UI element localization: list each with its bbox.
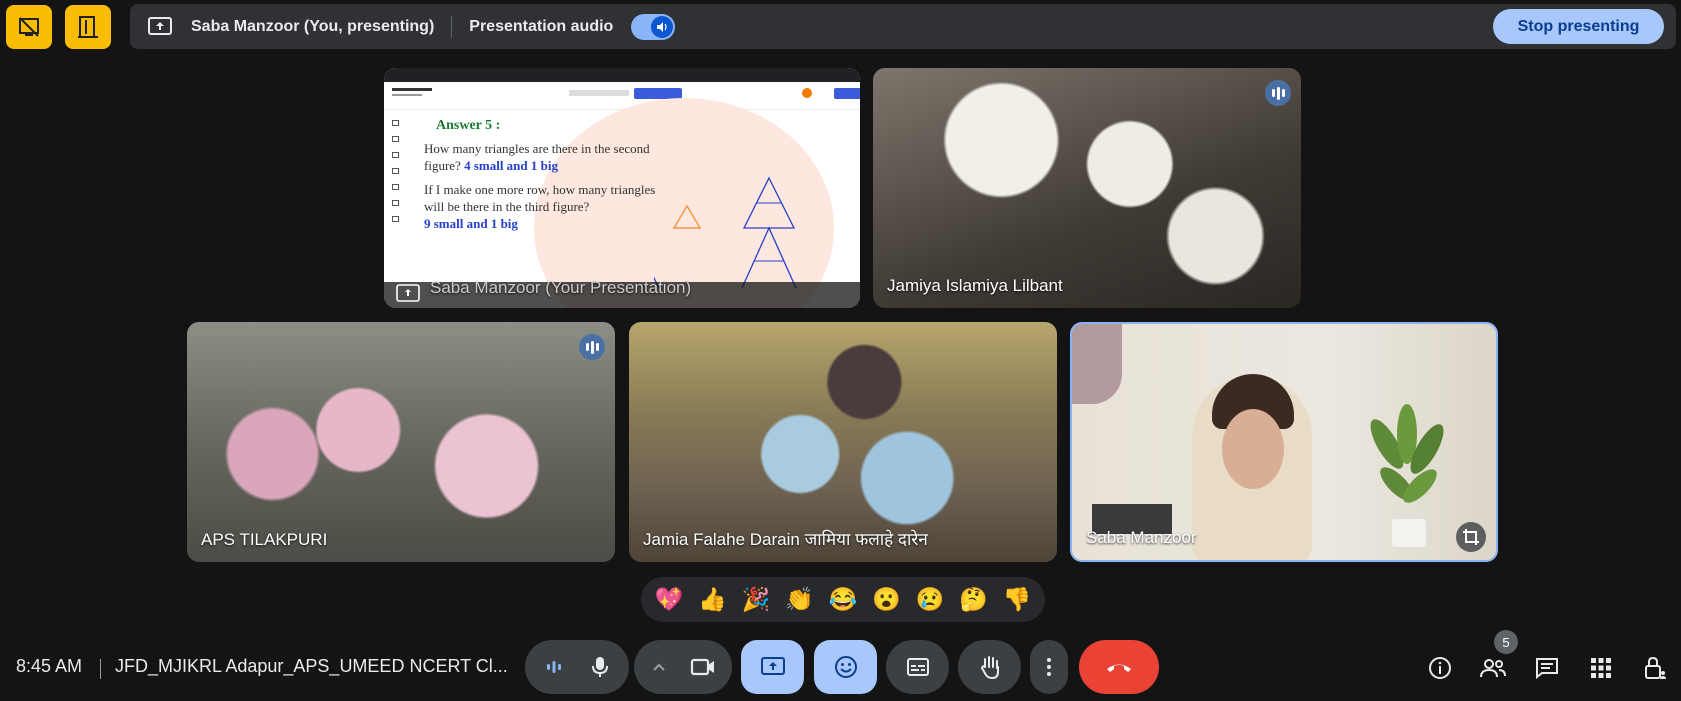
participant-tile-aps[interactable]: APS TILAKPURI bbox=[187, 322, 615, 562]
reaction-thumbs-down[interactable]: 👎 bbox=[997, 586, 1037, 613]
host-controls-button[interactable] bbox=[1638, 650, 1672, 686]
background-decor bbox=[1072, 324, 1122, 404]
reaction-party[interactable]: 🎉 bbox=[736, 586, 776, 613]
reaction-clap[interactable]: 👏 bbox=[779, 586, 819, 613]
more-vertical-icon bbox=[1047, 658, 1051, 676]
slide-toolbar bbox=[384, 82, 860, 110]
emoji-icon bbox=[834, 656, 857, 678]
slide-question-1: How many triangles are there in the seco… bbox=[424, 141, 650, 173]
slide-question-2: If I make one more row, how many triangl… bbox=[424, 182, 656, 231]
reactions-bar: 💖 👍 🎉 👏 😂 😮 😢 🤔 👎 bbox=[641, 577, 1045, 622]
speaking-indicator-icon bbox=[1265, 80, 1291, 106]
participant-tile-self[interactable]: Saba Manzoor bbox=[1070, 322, 1498, 562]
divider bbox=[100, 659, 101, 679]
presenting-bar: Saba Manzoor (You, presenting) Presentat… bbox=[130, 4, 1676, 49]
reaction-surprised[interactable]: 😮 bbox=[867, 586, 907, 613]
present-screen-icon bbox=[760, 657, 785, 675]
participant-tile-jamiya[interactable]: Jamiya Islamiya Lilbant bbox=[873, 68, 1301, 308]
meeting-details-button[interactable] bbox=[1422, 650, 1458, 686]
microphone-button[interactable] bbox=[577, 644, 623, 690]
more-options-button[interactable] bbox=[1030, 640, 1068, 694]
crop-icon[interactable] bbox=[1456, 522, 1486, 552]
hang-up-icon bbox=[1107, 664, 1131, 672]
info-icon bbox=[1429, 657, 1451, 679]
triangle-figures bbox=[654, 176, 797, 288]
meeting-time: 8:45 AM bbox=[16, 656, 83, 676]
plant-pot bbox=[1392, 519, 1426, 547]
speaker-icon bbox=[651, 15, 674, 38]
leave-call-button[interactable] bbox=[1079, 640, 1159, 694]
reaction-sad[interactable]: 😢 bbox=[910, 586, 950, 613]
microphone-icon bbox=[592, 657, 608, 677]
microphone-control bbox=[525, 640, 629, 694]
closed-captions-icon bbox=[906, 658, 929, 676]
tile-header bbox=[384, 68, 860, 82]
tile-name: Jamiya Islamiya Lilbant bbox=[887, 276, 1063, 295]
people-button[interactable] bbox=[1475, 650, 1511, 686]
apps-grid-icon bbox=[1591, 658, 1611, 678]
participant-tile-falahe[interactable]: Jamia Falahe Darain जामिया फलाहे दारेन bbox=[629, 322, 1057, 562]
meeting-title: JFD_MJIKRL Adapur_APS_UMEED NCERT Cl... bbox=[115, 656, 508, 676]
chat-button[interactable] bbox=[1529, 650, 1565, 686]
tile-name: Saba Manzoor (Your Presentation) bbox=[430, 278, 692, 297]
speaking-indicator-icon bbox=[579, 334, 605, 360]
divider bbox=[451, 15, 453, 38]
leave-rooms-button[interactable] bbox=[65, 5, 111, 49]
presentation-audio-label: Presentation audio bbox=[469, 17, 614, 35]
camera-control bbox=[634, 640, 732, 694]
presentation-audio-toggle[interactable] bbox=[631, 13, 676, 40]
present-screen-button[interactable] bbox=[741, 640, 804, 694]
presentation-tile[interactable]: Answer 5 : How many triangles are there … bbox=[384, 68, 860, 308]
activities-button[interactable] bbox=[1583, 650, 1619, 686]
reaction-laugh[interactable]: 😂 bbox=[823, 586, 863, 613]
presentation-off-icon bbox=[19, 17, 39, 37]
slide-answer-title: Answer 5 : bbox=[436, 118, 501, 133]
door-icon bbox=[78, 16, 98, 38]
stop-presenting-button[interactable]: Stop presenting bbox=[1493, 9, 1664, 44]
present-screen-icon bbox=[145, 14, 175, 40]
slide-answer-2: 9 small and 1 big bbox=[424, 216, 518, 231]
reaction-heart[interactable]: 💖 bbox=[649, 586, 689, 613]
camera-options-button[interactable] bbox=[639, 644, 679, 690]
video-camera-icon bbox=[690, 658, 714, 676]
audio-level-icon bbox=[531, 644, 577, 690]
plant-decor bbox=[1370, 404, 1444, 503]
captions-button[interactable] bbox=[886, 640, 949, 694]
presentation-off-button[interactable] bbox=[6, 5, 52, 49]
presenter-label: Saba Manzoor (You, presenting) bbox=[191, 17, 435, 35]
tile-name: Saba Manzoor bbox=[1086, 528, 1197, 547]
chevron-up-icon bbox=[653, 663, 665, 671]
lock-person-icon bbox=[1645, 656, 1666, 679]
tile-name: APS TILAKPURI bbox=[201, 530, 328, 549]
people-icon bbox=[1480, 659, 1506, 678]
reaction-thinking[interactable]: 🤔 bbox=[954, 586, 994, 613]
reaction-thumbs-up[interactable]: 👍 bbox=[692, 586, 732, 613]
slide-tools bbox=[388, 120, 402, 260]
slide-answer-1: 4 small and 1 big bbox=[464, 158, 558, 173]
camera-button[interactable] bbox=[679, 644, 727, 690]
person-face bbox=[1222, 409, 1284, 489]
hand-icon bbox=[980, 656, 999, 679]
tile-name: Jamia Falahe Darain जामिया फलाहे दारेन bbox=[643, 530, 928, 549]
reactions-button[interactable] bbox=[814, 640, 877, 694]
present-screen-icon bbox=[396, 284, 420, 302]
chat-icon bbox=[1536, 658, 1558, 679]
participants-count-badge: 5 bbox=[1494, 630, 1518, 654]
raise-hand-button[interactable] bbox=[958, 640, 1021, 694]
